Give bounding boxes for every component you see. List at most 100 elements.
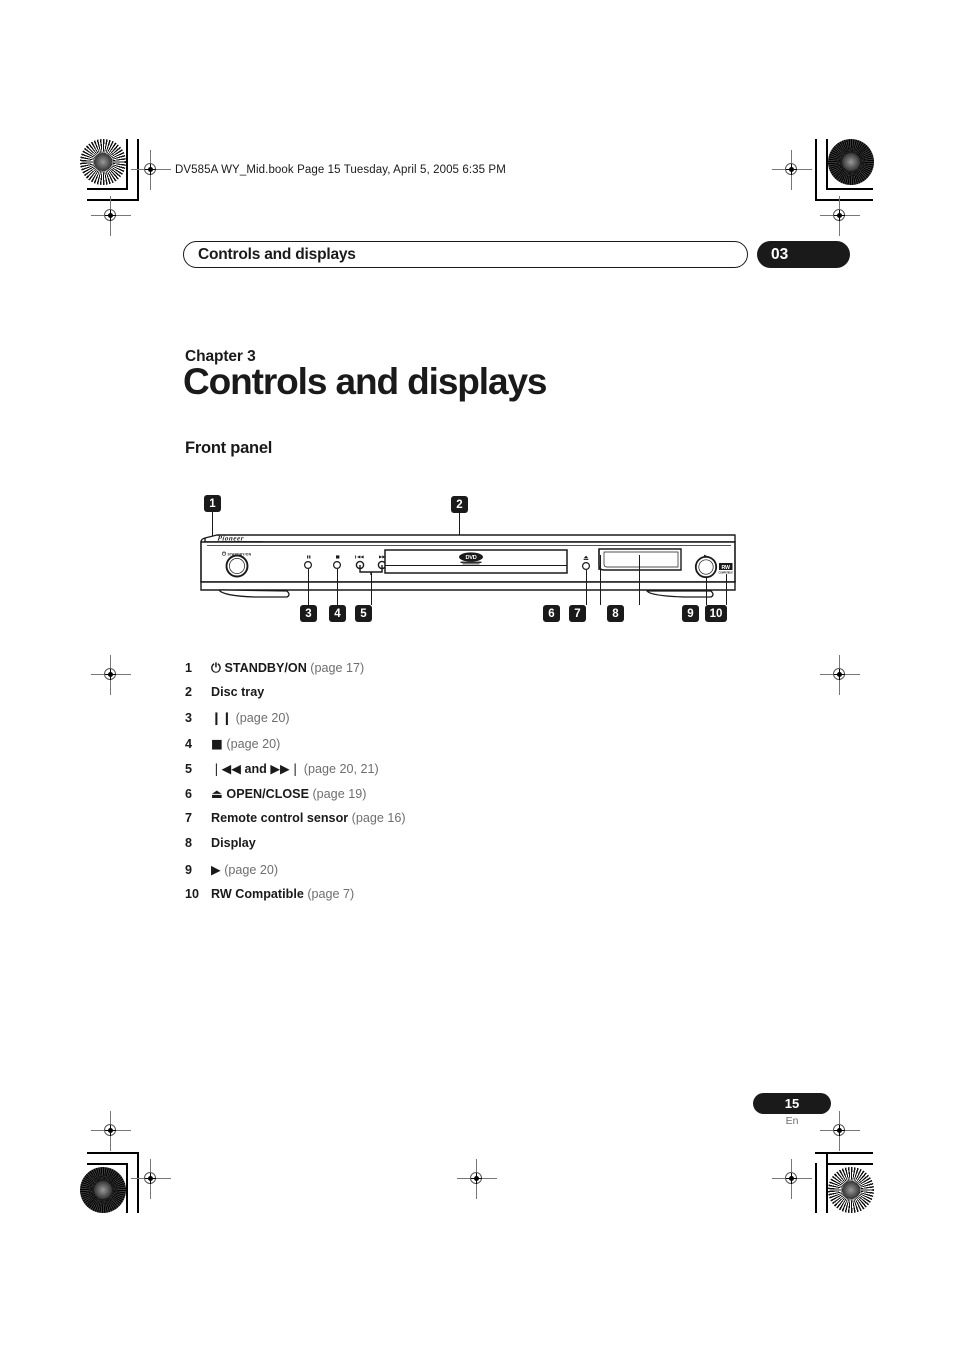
legend-text-10: RW Compatible (page 7)	[211, 887, 354, 901]
legend-number-10: 10	[185, 886, 200, 901]
legend-text-2: Disc tray	[211, 685, 264, 699]
callout-8: 8	[607, 605, 624, 622]
callout-10: 10	[705, 605, 727, 622]
running-header-title: Controls and displays	[198, 245, 356, 263]
legend-page-3: (page 20)	[235, 711, 290, 726]
rosette-mark-bottom-left	[80, 1167, 126, 1213]
power-icon: ⏻	[211, 660, 221, 675]
leader-6	[586, 570, 588, 605]
leader-10	[726, 574, 728, 605]
registration-target-bottom-right	[772, 1159, 812, 1199]
legend-text-9: ▶ (page 20)	[211, 862, 278, 877]
stop-icon: ■	[211, 735, 223, 751]
registration-target-left-lower	[91, 1111, 131, 1151]
legend-item-10: 10 RW Compatible (page 7)	[185, 887, 705, 912]
legend-number-5: 5	[185, 761, 193, 776]
pause-button	[303, 560, 312, 569]
rosette-mark-bottom-right	[828, 1167, 874, 1213]
rosette-mark-top-right	[828, 139, 874, 185]
legend-item-4: 4 ■ (page 20)	[185, 736, 705, 761]
pause-icon: ❙❙	[211, 710, 233, 726]
crop-rule-tr-v1	[815, 139, 817, 200]
crop-rule-br-h2	[826, 1163, 873, 1165]
dvd-logo: DVD	[459, 552, 483, 565]
standby-on-button	[225, 554, 249, 578]
legend-item-3: 3 ❙❙ (page 20)	[185, 710, 705, 735]
legend-page-7: (page 16)	[351, 811, 406, 826]
legend-item-9: 9 ▶ (page 20)	[185, 862, 705, 887]
registration-target-bottom-left	[131, 1159, 171, 1199]
page-language-label: En	[785, 1115, 799, 1127]
legend-text-4: ■ (page 20)	[211, 736, 280, 751]
legend-text-5: ❘◀◀ and ▶▶❘ (page 20, 21)	[211, 761, 379, 776]
play-icon: ▶	[211, 861, 221, 877]
open-close-button	[582, 561, 591, 570]
book-source-line: DV585A WY_Mid.book Page 15 Tuesday, Apri…	[175, 164, 506, 176]
legend-name-1: STANDBY/ON	[224, 661, 307, 675]
legend-page-10: (page 7)	[307, 886, 355, 901]
registration-target-top-left	[131, 150, 171, 190]
callout-3: 3	[300, 605, 317, 622]
legend-name-8: Display	[211, 836, 256, 851]
chapter-number-badge: 03	[757, 241, 850, 268]
legend-text-3: ❙❙ (page 20)	[211, 710, 290, 725]
legend-number-8: 8	[185, 836, 193, 851]
legend-item-8: 8 Display	[185, 836, 705, 861]
crop-rule-bl-h2	[87, 1163, 128, 1165]
legend-item-1: 1 ⏻ STANDBY/ON (page 17)	[185, 660, 705, 685]
leader-9	[706, 577, 708, 605]
legend-page-4: (page 20)	[226, 736, 281, 751]
callout-9: 9	[682, 605, 699, 622]
callout-4: 4	[329, 605, 346, 622]
crop-rule-br-v2	[826, 1152, 828, 1213]
rw-compatible-logo: RW COMPATIBLE	[719, 563, 733, 575]
legend-item-6: 6 ⏏ OPEN/CLOSE (page 19)	[185, 786, 705, 811]
registration-target-top-right	[772, 150, 812, 190]
callout-5: 5	[355, 605, 372, 622]
leader-3	[308, 569, 310, 605]
leader-7	[600, 555, 602, 605]
legend-number-7: 7	[185, 811, 193, 826]
running-header-pill: Controls and displays	[183, 241, 748, 268]
legend-number-3: 3	[185, 711, 193, 726]
section-title: Front panel	[185, 439, 273, 457]
legend-number-1: 1	[185, 661, 193, 675]
previous-track-icon: ❘◀◀	[211, 760, 241, 776]
page-title: Controls and displays	[183, 361, 548, 402]
legend-name-10: RW Compatible	[211, 886, 304, 901]
crop-rule-tl-h2	[87, 188, 128, 190]
legend-text-7: Remote control sensor (page 16)	[211, 811, 406, 825]
front-panel-legend-list: 1 ⏻ STANDBY/ON (page 17) 2 Disc tray 3 ❙…	[185, 660, 705, 912]
registration-target-left-middle	[91, 655, 131, 695]
registration-target-right-upper	[820, 196, 860, 236]
legend-text-1: ⏻ STANDBY/ON (page 17)	[211, 660, 364, 676]
dvd-player-drawing: Pioneer STANDBY/ON DVD RW	[200, 534, 736, 598]
legend-page-6: (page 19)	[312, 786, 367, 801]
legend-name-2: Disc tray	[211, 685, 265, 700]
callout-7: 7	[569, 605, 586, 622]
legend-text-6: ⏏ OPEN/CLOSE (page 19)	[211, 786, 366, 801]
legend-item-5: 5 ❘◀◀ and ▶▶❘ (page 20, 21)	[185, 761, 705, 786]
legend-item-2: 2 Disc tray	[185, 685, 705, 710]
crop-rule-br-h1	[815, 1152, 873, 1154]
callout-6: 6	[543, 605, 560, 622]
crop-rule-bl-v2	[137, 1152, 139, 1213]
svg-text:RW: RW	[722, 565, 731, 571]
legend-number-2: 2	[185, 685, 193, 700]
svg-text:DVD: DVD	[466, 555, 477, 561]
legend-name-7: Remote control sensor	[211, 811, 349, 826]
registration-target-right-middle	[820, 655, 860, 695]
legend-number-9: 9	[185, 862, 193, 877]
legend-text-8: Display	[211, 836, 256, 850]
eject-icon: ⏏	[211, 785, 223, 801]
legend-page-9: (page 20)	[224, 862, 279, 877]
crop-rule-bl-h1	[87, 1152, 139, 1154]
crop-rule-tr-h2	[826, 188, 873, 190]
legend-item-7: 7 Remote control sensor (page 16)	[185, 811, 705, 836]
bracket-5	[359, 565, 383, 575]
legend-number-4: 4	[185, 736, 193, 751]
front-panel-diagram: 1 2 Pioneer STANDBY/ON DVD RW 3 4 5 6 7 …	[195, 495, 745, 630]
registration-target-bottom-center	[457, 1159, 497, 1199]
registration-target-right-lower	[820, 1111, 860, 1151]
crop-rule-bl-v1	[126, 1163, 128, 1213]
